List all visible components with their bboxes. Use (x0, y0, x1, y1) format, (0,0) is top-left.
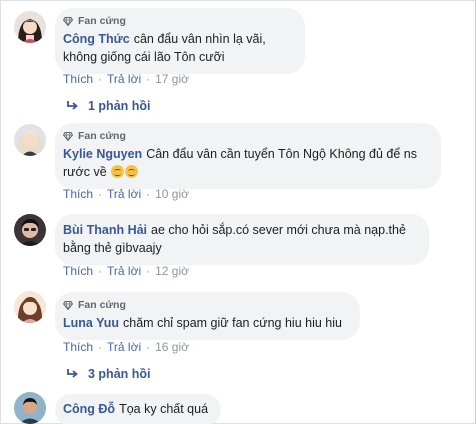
avatar[interactable] (14, 291, 46, 323)
reply-link[interactable]: Trả lời (107, 72, 141, 86)
like-link[interactable]: Thích (63, 187, 93, 201)
comment-time[interactable]: 12 giờ (155, 264, 189, 278)
avatar[interactable] (14, 11, 46, 43)
reply-link[interactable]: Trả lời (107, 264, 141, 278)
comment-actions: Thích · Trả lời · 10 giờ (63, 187, 189, 201)
comment-time[interactable]: 17 giờ (155, 72, 189, 86)
like-link[interactable]: Thích (63, 264, 93, 278)
replies-count: 1 phản hồi (88, 99, 151, 113)
comment-text: Tọa ky chất quá (119, 402, 209, 416)
avatar[interactable] (14, 124, 46, 156)
fan-badge: Fan cứng (63, 298, 348, 312)
comment-author[interactable]: Luna Yuu (63, 316, 119, 330)
reply-link[interactable]: Trả lời (107, 187, 141, 201)
comment-time[interactable]: 16 giờ (155, 340, 189, 354)
comment-bubble: Công Đỗ Tọa ky chất quá (55, 394, 221, 424)
comment-author[interactable]: Bùi Thanh Hải (63, 223, 147, 237)
reply-link[interactable]: Trả lời (107, 340, 141, 354)
fan-badge-label: Fan cứng (78, 299, 126, 311)
like-link[interactable]: Thích (63, 72, 93, 86)
comments-panel: Fan cứng Công Thức cân đẩu vân nhìn lạ vã… (0, 0, 476, 424)
diamond-icon (63, 16, 73, 26)
comment-actions: Thích · Trả lời · 16 giờ (63, 340, 189, 354)
fan-badge: Fan cứng (63, 14, 293, 28)
comment-bubble: Fan cứng Kylie Nguyen Cân đẩu vân cần tuy… (55, 123, 441, 189)
grinning-face-emoji (111, 165, 125, 178)
comment-author[interactable]: Công Thức (63, 32, 130, 46)
comment-time[interactable]: 10 giờ (155, 187, 189, 201)
reply-arrow-icon (67, 101, 78, 110)
reply-arrow-icon (67, 369, 78, 378)
avatar[interactable] (14, 214, 46, 246)
comment-actions: Thích · Trả lời · 17 giờ (63, 72, 189, 86)
comment-bubble: Fan cứng Công Thức cân đẩu vân nhìn lạ vã… (55, 8, 305, 74)
comment-bubble: Bùi Thanh Hải ae cho hỏi sắp.có sever mới… (55, 214, 429, 265)
view-replies-link[interactable]: 3 phản hồi (67, 367, 151, 381)
diamond-icon (63, 300, 73, 310)
grinning-face-emoji (125, 165, 139, 178)
comment-text: chăm chỉ spam giữ fan cứng hiu hiu hiu (123, 316, 342, 330)
diamond-icon (63, 131, 73, 141)
avatar[interactable] (14, 392, 46, 424)
comment-bubble: Fan cứng Luna Yuu chăm chỉ spam giữ fan c… (55, 292, 360, 340)
fan-badge-label: Fan cứng (78, 130, 126, 142)
replies-count: 3 phản hồi (88, 367, 151, 381)
view-replies-link[interactable]: 1 phản hồi (67, 99, 151, 113)
comment-actions: Thích · Trả lời · 12 giờ (63, 264, 189, 278)
fan-badge-label: Fan cứng (78, 15, 126, 27)
comment-author[interactable]: Kylie Nguyen (63, 147, 142, 161)
like-link[interactable]: Thích (63, 340, 93, 354)
comment-author[interactable]: Công Đỗ (63, 402, 115, 416)
fan-badge: Fan cứng (63, 129, 429, 143)
